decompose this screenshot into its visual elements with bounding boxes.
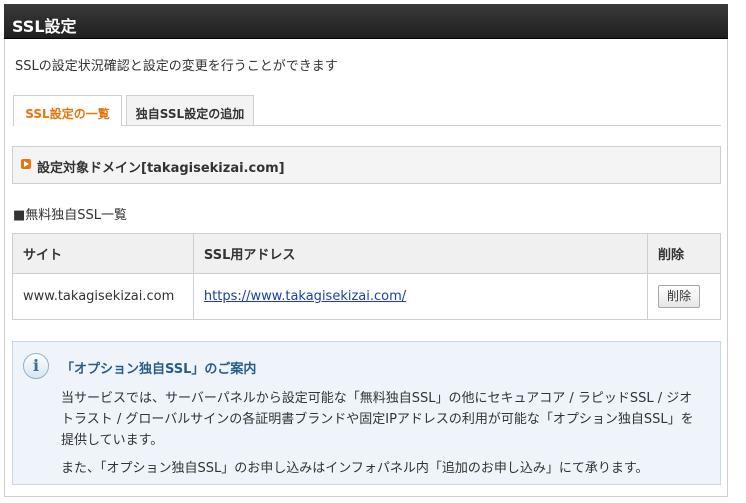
delete-button[interactable]: 削除 [658,285,701,308]
column-header-address: SSL用アドレス [192,233,649,274]
target-domain-label: 設定対象ドメイン[takagisekizai.com] [37,161,285,176]
page-title-bar: SSL設定 [4,4,728,39]
info-paragraph-1: 当サービスでは、サーバーパネルから設定可能な「無料独自SSL」の他にセキュアコア… [61,391,694,448]
address-cell: https://www.takagisekizai.com/ [192,273,649,320]
tab-ssl-list[interactable]: SSL設定の一覧 [13,95,122,126]
target-domain-box: 設定対象ドメイン[takagisekizai.com] [12,146,721,184]
info-paragraph-2: また、「オプション独自SSL」のお申し込みはインフォパネル内「追加のお申し込み」… [61,461,649,476]
arrow-right-icon [21,159,31,169]
delete-cell: 削除 [647,273,721,320]
page-title: SSL設定 [12,17,77,36]
ssl-list-heading: ■無料独自SSL一覧 [13,208,128,223]
tab-add-ssl[interactable]: 独自SSL設定の追加 [126,95,254,125]
table-row: www.takagisekizai.com https://www.takagi… [12,273,721,320]
ssl-address-link[interactable]: https://www.takagisekizai.com/ [204,289,406,304]
column-header-site: サイト [12,233,194,274]
site-cell: www.takagisekizai.com [12,273,194,320]
info-icon: i [23,353,49,379]
option-ssl-info-box: i 「オプション独自SSL」のご案内 当サービスでは、サーバーパネルから設定可能… [12,341,721,485]
info-title: 「オプション独自SSL」のご案内 [61,362,257,377]
table-header-row: サイト SSL用アドレス 削除 [12,233,721,274]
column-header-delete: 削除 [647,233,721,274]
ssl-table: サイト SSL用アドレス 削除 www.takagisekizai.com ht… [12,233,721,320]
page-description: SSLの設定状況確認と設定の変更を行うことができます [15,59,338,74]
main-panel: SSLの設定状況確認と設定の変更を行うことができます SSL設定の一覧 独自SS… [4,39,728,497]
tab-bar: SSL設定の一覧 独自SSL設定の追加 [13,95,721,126]
